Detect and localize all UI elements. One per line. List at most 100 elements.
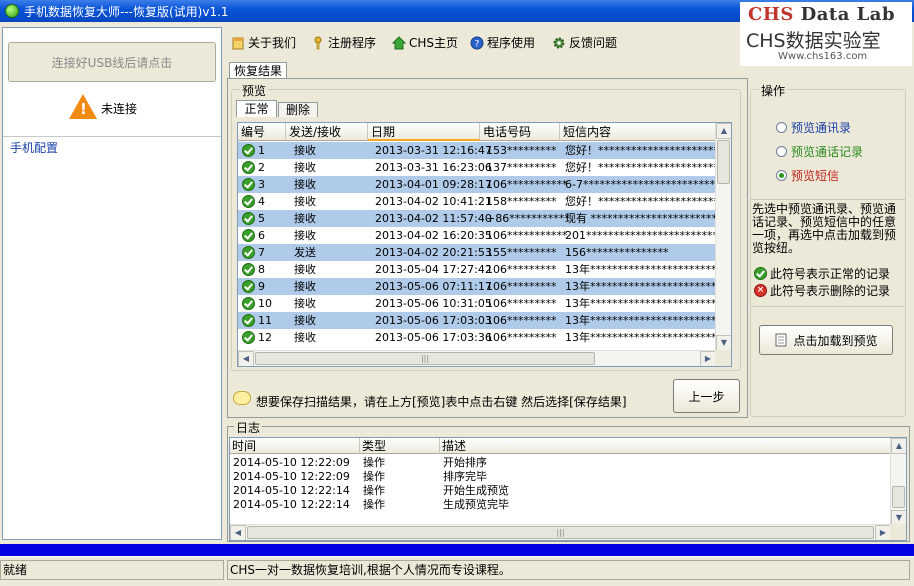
log-cell: 2014-05-10 12:22:14 — [233, 484, 350, 497]
tab-deleted[interactable]: 删除 — [278, 102, 318, 117]
log-horizontal-scroll-thumb[interactable]: ||| — [247, 526, 874, 539]
table-row[interactable]: 7 发送 2013-04-02 20:21:53 155********* 156***… — [238, 244, 716, 261]
log-row[interactable]: 2014-05-10 12:22:09 操作 开始排序 — [230, 456, 891, 470]
log-horizontal-scrollbar[interactable]: ◀ ||| ▶ — [230, 524, 891, 540]
warning-icon: ! — [69, 94, 97, 119]
column-header[interactable]: 编号 — [238, 123, 286, 141]
table-cell: 4 — [258, 195, 265, 208]
log-table[interactable]: 时间 类型 描述 2014-05-10 12:22:09 操作 开始排序 2014-0… — [229, 437, 907, 541]
table-cell: 2013-03-31 12:16:47 — [375, 144, 492, 157]
log-cell: 开始排序 — [443, 456, 487, 469]
table-row[interactable]: 9 接收 2013-05-06 07:11:17 106********* 13年***… — [238, 278, 716, 295]
register-button[interactable]: 注册程序 — [311, 34, 376, 51]
table-cell: 106********* — [486, 263, 557, 276]
logo-line1: CHS Data Lab — [748, 4, 896, 25]
table-cell: 2013-05-06 17:03:36 — [375, 331, 492, 344]
column-header[interactable]: 短信内容 — [560, 123, 716, 141]
horizontal-scroll-thumb[interactable]: ||| — [255, 352, 595, 365]
log-cell: 2014-05-10 12:22:09 — [233, 470, 350, 483]
program-usage-label: 程序使用 — [487, 36, 536, 50]
table-cell: 7 — [258, 246, 265, 259]
phone-config-label[interactable]: 手机配置 — [10, 139, 58, 156]
feedback-button[interactable]: 反馈问题 — [552, 34, 617, 51]
scroll-right-button[interactable]: ▶ — [700, 351, 716, 366]
table-row[interactable]: 10 接收 2013-05-06 10:31:05 106********* 13年**… — [238, 295, 716, 312]
table-row[interactable]: 3 接收 2013-04-01 09:28:17 106*********** 6-7*… — [238, 176, 716, 193]
table-cell: 2 — [258, 161, 265, 174]
logo-line2: CHS数据实验室 — [746, 30, 881, 52]
chs-home-label: CHS主页 — [409, 36, 459, 50]
load-to-preview-button[interactable]: 点击加载到预览 — [759, 325, 893, 355]
table-row[interactable]: 2 接收 2013-03-31 16:23:06 137********* 您好！***… — [238, 159, 716, 176]
logo-url: Www.chs163.com — [778, 51, 868, 62]
log-cell: 排序完毕 — [443, 470, 487, 483]
vertical-scroll-thumb[interactable] — [717, 140, 730, 184]
radio-preview-sms[interactable]: 预览短信 — [776, 167, 839, 184]
column-header[interactable]: 电话号码 — [480, 123, 560, 141]
preview-table[interactable]: 编号 发送/接收 日期 电话号码 短信内容 1 接收 2013-03-31 12:1… — [237, 122, 732, 367]
legend-deleted-label: 此符号表示删除的记录 — [770, 284, 891, 298]
horizontal-scrollbar[interactable]: ◀ ||| ▶ — [238, 350, 716, 366]
column-header[interactable]: 时间 — [230, 438, 360, 454]
check-icon — [242, 144, 255, 157]
legend-deleted: × 此符号表示删除的记录 — [754, 282, 890, 299]
radio-preview-calls[interactable]: 预览通话记录 — [776, 143, 863, 160]
program-usage-button[interactable]: ? 程序使用 — [470, 34, 535, 51]
scroll-corner — [715, 350, 731, 366]
table-cell: 106*********** — [486, 229, 568, 242]
table-row[interactable]: 1 接收 2013-03-31 12:16:47 153********* 您好！***… — [238, 142, 716, 159]
scroll-up-button[interactable]: ▲ — [891, 438, 906, 454]
table-cell: 接收 — [294, 144, 316, 157]
table-row[interactable]: 12 接收 2013-05-06 17:03:36 106********* 13年**… — [238, 329, 716, 346]
table-cell: 2013-05-04 17:27:42 — [375, 263, 492, 276]
vertical-scrollbar[interactable]: ▲ ▼ — [715, 123, 731, 351]
scroll-down-button[interactable]: ▼ — [716, 335, 731, 351]
column-header[interactable]: 描述 — [440, 438, 891, 454]
divider — [751, 306, 905, 307]
table-cell: 您好！**************************** — [565, 195, 715, 208]
scroll-left-button[interactable]: ◀ — [238, 351, 254, 366]
about-us-button[interactable]: 关于我们 — [231, 34, 296, 51]
radio-button[interactable] — [776, 170, 787, 181]
column-header[interactable]: 类型 — [360, 438, 440, 454]
log-group-label: 日志 — [234, 419, 263, 436]
column-header[interactable]: 发送/接收 — [286, 123, 368, 141]
connect-usb-button[interactable]: 连接好USB线后请点击 — [8, 42, 216, 82]
table-cell: 2013-04-02 20:21:53 — [375, 246, 492, 259]
tab-recovery-result[interactable]: 恢复结果 — [229, 62, 287, 79]
left-panel: 连接好USB线后请点击 ! 未连接 手机配置 — [2, 27, 222, 540]
check-icon — [242, 331, 255, 344]
table-row[interactable]: 8 接收 2013-05-04 17:27:42 106********* 13年***… — [238, 261, 716, 278]
log-vertical-scrollbar[interactable]: ▲ ▼ — [890, 438, 906, 526]
table-cell: 2013-05-06 10:31:05 — [375, 297, 492, 310]
table-cell: 接收 — [294, 212, 316, 225]
logo: CHS Data Lab CHS数据实验室 Www.chs163.com — [740, 2, 912, 66]
table-row[interactable]: 5 接收 2013-04-02 11:57:40 +86*********** 现有 *… — [238, 210, 716, 227]
tab-normal[interactable]: 正常 — [236, 100, 277, 117]
toolbar: 关于我们 注册程序 CHS主页 ? 程序使用 反馈问题 — [227, 27, 747, 57]
log-row[interactable]: 2014-05-10 12:22:14 操作 开始生成预览 — [230, 484, 891, 498]
check-icon — [242, 161, 255, 174]
table-row[interactable]: 4 接收 2013-04-02 10:41:21 158********* 您好！***… — [238, 193, 716, 210]
scroll-up-button[interactable]: ▲ — [716, 123, 731, 139]
table-row[interactable]: 6 接收 2013-04-02 16:20:35 106*********** 201*… — [238, 227, 716, 244]
save-hint-text: 想要保存扫描结果，请在上方[预览]表中点击右键 然后选择[保存结果] — [256, 395, 627, 409]
log-vertical-scroll-thumb[interactable] — [892, 486, 905, 508]
table-cell: 9 — [258, 280, 265, 293]
table-cell: 3 — [258, 178, 265, 191]
radio-preview-contacts[interactable]: 预览通讯录 — [776, 119, 851, 136]
radio-button[interactable] — [776, 122, 787, 133]
log-row[interactable]: 2014-05-10 12:22:09 操作 排序完毕 — [230, 470, 891, 484]
radio-button[interactable] — [776, 146, 787, 157]
table-row[interactable]: 11 接收 2013-05-06 17:03:03 106********* 13年**… — [238, 312, 716, 329]
scroll-left-button[interactable]: ◀ — [230, 525, 246, 540]
load-to-preview-label: 点击加载到预览 — [793, 333, 878, 348]
table-cell: 接收 — [294, 297, 316, 310]
progress-bar — [0, 544, 914, 556]
back-button[interactable]: 上一步 — [673, 379, 740, 413]
table-cell: 您好！**************************** — [565, 144, 715, 157]
scroll-right-button[interactable]: ▶ — [875, 525, 891, 540]
column-header[interactable]: 日期 — [368, 123, 480, 141]
chs-home-button[interactable]: CHS主页 — [392, 34, 458, 51]
log-row[interactable]: 2014-05-10 12:22:14 操作 生成预览完毕 — [230, 498, 891, 512]
